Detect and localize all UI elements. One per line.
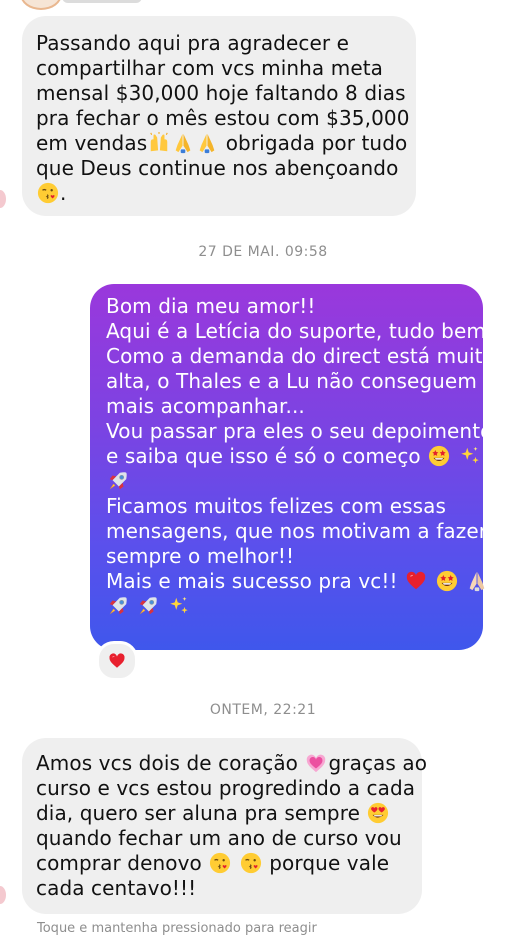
message-line: que Deus continue nos abençoando	[36, 156, 399, 180]
sender-avatar-edge	[0, 886, 6, 904]
rocket-icon	[137, 595, 159, 617]
message-line-group	[106, 594, 483, 619]
folded-hands-icon	[196, 132, 218, 154]
message-line: Bom dia meu amor!!	[106, 294, 316, 318]
message-line: curso e vcs estou progredindo a cada	[36, 776, 416, 800]
face-blowing-kiss-icon	[240, 852, 262, 874]
message-line: cada centavo!!!	[36, 876, 197, 900]
message-bubble-received[interactable]: Amos vcs dois de coração graças ao curso…	[22, 738, 427, 914]
star-struck-icon	[428, 445, 450, 467]
message-line: Aqui é a Letícia do suporte, tudo bem?!	[106, 319, 505, 343]
message-timestamp: ONTEM, 22:21	[209, 702, 317, 718]
message-line: Passando aqui pra agradecer e	[36, 31, 350, 55]
message-line: sempre o melhor!!	[106, 544, 295, 568]
message-line-group: .	[36, 181, 416, 206]
message-line-group: Mais e mais sucesso pra vc!!	[106, 569, 483, 594]
message-fragment: obrigada por tudo	[225, 131, 408, 155]
raising-hands-icon	[148, 132, 170, 154]
contact-name-placeholder	[62, 0, 142, 3]
message-line: mensal $30,000 hoje faltando 8 dias	[36, 81, 406, 105]
face-blowing-kiss-icon	[209, 852, 231, 874]
message-line-group: comprar denovo porque vale	[36, 851, 422, 876]
message-fragment: e saiba que isso é só o começo	[106, 444, 421, 468]
message-bubble-received[interactable]: Passando aqui pra agradecer e compartilh…	[22, 16, 416, 216]
message-line: Vou passar pra eles o seu depoimento,	[106, 419, 499, 443]
message-fragment: porque vale	[269, 851, 390, 875]
message-fragment: comprar denovo	[36, 851, 202, 875]
message-fragment: .	[60, 181, 67, 205]
message-line-group	[106, 469, 483, 494]
message-reaction[interactable]	[96, 641, 138, 681]
red-heart-icon	[405, 570, 427, 592]
red-heart-icon	[108, 652, 126, 670]
folded-hands-icon	[466, 570, 488, 592]
sparkles-icon	[168, 595, 190, 617]
message-timestamp: 27 DE MAI. 09:58	[198, 244, 328, 260]
message-fragment: Mais e mais sucesso pra vc!!	[106, 569, 398, 593]
message-line: alta, o Thales e a Lu não conseguem	[106, 369, 477, 393]
growing-heart-icon	[305, 752, 327, 774]
sparkles-icon	[459, 445, 481, 467]
message-line: mais acompanhar...	[106, 394, 305, 418]
message-line: Como a demanda do direct está muito	[106, 344, 495, 368]
message-line: mensagens, que nos motivam a fazer	[106, 519, 488, 543]
message-line-group: dia, quero ser aluna pra sempre	[36, 801, 422, 826]
message-fragment: graças ao	[328, 751, 428, 775]
message-fragment: Amos vcs dois de coração	[36, 751, 299, 775]
message-fragment: dia, quero ser aluna pra sempre	[36, 801, 360, 825]
message-line: quando fechar um ano de curso vou	[36, 826, 402, 850]
star-struck-icon	[436, 570, 458, 592]
message-line-group: e saiba que isso é só o começo	[106, 444, 483, 469]
folded-hands-icon	[172, 132, 194, 154]
message-bubble-sent[interactable]: Bom dia meu amor!! Aqui é a Letícia do s…	[90, 284, 505, 650]
contact-avatar[interactable]	[20, 0, 62, 10]
message-line-group: Amos vcs dois de coração graças ao	[36, 751, 427, 776]
heart-eyes-icon	[367, 802, 389, 824]
message-line: pra fechar o mês estou com $35,000	[36, 106, 410, 130]
message-line: Ficamos muitos felizes com essas	[106, 494, 447, 518]
rocket-icon	[107, 470, 129, 492]
face-blowing-kiss-icon	[37, 182, 59, 204]
message-line-group: em vendas obrigada por tudo	[36, 131, 416, 156]
rocket-icon	[107, 595, 129, 617]
message-fragment: em vendas	[36, 131, 148, 155]
sender-avatar-edge	[0, 190, 6, 208]
message-line: compartilhar com vcs minha meta	[36, 56, 384, 80]
